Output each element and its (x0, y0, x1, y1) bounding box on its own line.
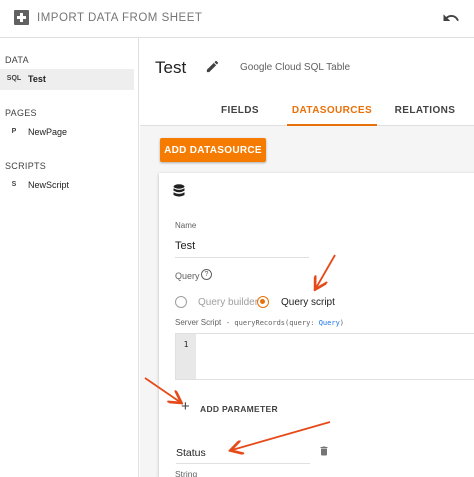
sidebar-header-scripts: SCRIPTS (5, 161, 47, 171)
query-builder-radio[interactable] (175, 296, 187, 308)
tab-relations[interactable]: RELATIONS (394, 98, 456, 126)
trash-icon[interactable] (318, 444, 330, 458)
tab-fields[interactable]: FIELDS (216, 98, 264, 126)
app-title: IMPORT DATA FROM SHEET (37, 12, 203, 24)
top-bar: IMPORT DATA FROM SHEET (0, 0, 474, 38)
main-header: Test Google Cloud SQL Table FIELDS DATAS… (140, 38, 474, 126)
add-parameter-button[interactable]: + ADD PARAMETER (181, 399, 281, 419)
server-script-label: Server Script (175, 318, 222, 327)
database-icon (173, 184, 185, 197)
sidebar-item-newpage[interactable]: P NewPage (0, 122, 134, 143)
name-label: Name (175, 221, 197, 230)
query-script-radio[interactable] (257, 296, 269, 308)
help-icon[interactable]: ? (201, 269, 212, 280)
tab-datasources[interactable]: DATASOURCES (287, 98, 377, 126)
signature-type: Query (318, 319, 340, 327)
signature-prefix: - queryRecords(query: (226, 319, 319, 327)
sidebar-item-test[interactable]: SQL Test (0, 69, 134, 90)
plus-icon: + (181, 398, 190, 415)
name-field[interactable]: Test (175, 240, 195, 252)
edit-icon[interactable] (205, 59, 220, 74)
sidebar-item-newscript[interactable]: S NewScript (0, 175, 134, 196)
name-field-underline (175, 257, 309, 258)
add-datasource-button[interactable]: ADD DATASOURCE (160, 138, 266, 162)
sidebar-item-prefix: P (11, 128, 17, 135)
script-editor[interactable]: 1 (175, 333, 474, 380)
sidebar: DATA SQL Test PAGES P NewPage SCRIPTS S … (0, 38, 139, 477)
app-icon (14, 10, 29, 25)
sidebar-item-prefix: S (11, 181, 17, 188)
datasource-card: Name Test Query ? Query builder Query sc… (159, 173, 474, 477)
sidebar-item-label: Test (28, 74, 46, 84)
sidebar-header-pages: PAGES (5, 108, 37, 118)
sidebar-item-prefix: SQL (6, 75, 22, 82)
server-script-signature: - queryRecords(query: Query) (226, 319, 344, 327)
sidebar-item-label: NewScript (28, 180, 70, 190)
parameter-name-field[interactable]: Status (176, 447, 206, 459)
undo-icon[interactable] (442, 9, 460, 27)
main-panel: Test Google Cloud SQL Table FIELDS DATAS… (140, 38, 474, 477)
query-label: Query (175, 271, 200, 281)
page-title: Test (155, 58, 187, 77)
page-subtitle: Google Cloud SQL Table (240, 62, 351, 73)
query-builder-label[interactable]: Query builder (198, 297, 258, 308)
editor-line-number: 1 (176, 334, 196, 379)
signature-suffix: ) (339, 319, 345, 327)
parameter-name-underline (176, 463, 310, 464)
sidebar-header-data: DATA (5, 55, 29, 65)
sidebar-item-label: NewPage (28, 127, 68, 137)
query-script-label[interactable]: Query script (281, 297, 335, 308)
parameter-type-label: String (175, 469, 198, 477)
add-parameter-label: ADD PARAMETER (200, 404, 278, 414)
